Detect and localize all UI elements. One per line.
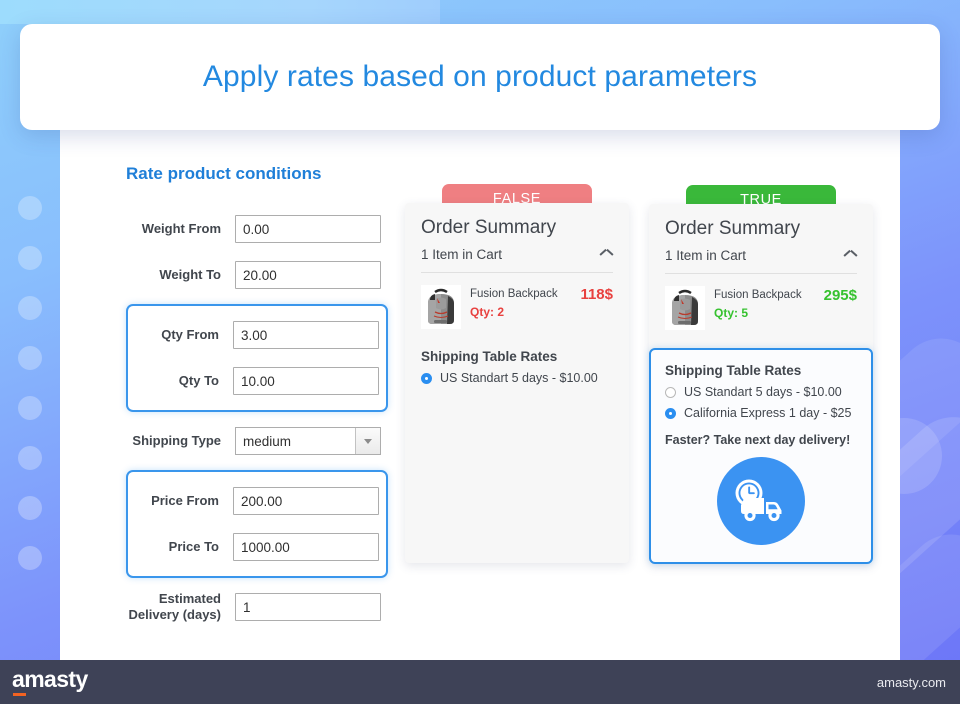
- order-summary-title: Order Summary: [421, 217, 557, 238]
- section-title: Rate product conditions: [126, 164, 322, 183]
- background-dot: [18, 246, 42, 270]
- field-label: Shipping Type: [132, 432, 221, 448]
- field-label: Qty From: [161, 326, 219, 342]
- qty-to-input[interactable]: [233, 367, 379, 395]
- rate-conditions-form: Rate product conditions Weight From Weig…: [126, 164, 388, 630]
- radio-icon-selected[interactable]: [665, 407, 676, 419]
- field-shipping-type: Shipping Type medium: [126, 418, 381, 464]
- field-estimated-delivery: Estimated Delivery (days): [126, 584, 381, 630]
- qty-group-highlighted: Qty From Qty To: [126, 304, 388, 412]
- shipping-rates-title: Shipping Table Rates: [421, 349, 558, 364]
- shipping-rates-section-highlighted: Shipping Table Rates US Standart 5 days …: [649, 348, 873, 564]
- page-title: Apply rates based on product parameters: [202, 60, 758, 93]
- order-summary-subtitle-row[interactable]: 1 Item in Cart: [421, 247, 613, 273]
- items-in-cart-label: 1 Item in Cart: [421, 247, 503, 262]
- cart-item-info: Fusion Backpack Qty: 2: [470, 285, 571, 319]
- qty-from-input[interactable]: [233, 321, 379, 349]
- chevron-up-icon[interactable]: [844, 251, 857, 260]
- shipping-rate-label: US Standart 5 days - $10.00: [440, 371, 598, 385]
- chevron-down-icon[interactable]: [355, 428, 380, 454]
- field-price-from: Price From: [128, 478, 379, 524]
- product-price: 295$: [823, 287, 857, 304]
- background-dot: [18, 446, 42, 470]
- shipping-rate-option[interactable]: US Standart 5 days - $10.00: [665, 385, 857, 399]
- shipping-type-select[interactable]: medium: [235, 427, 381, 455]
- field-weight-from: Weight From: [126, 206, 381, 252]
- backpack-image: [421, 285, 461, 329]
- chevron-up-icon[interactable]: [600, 250, 613, 259]
- footer-bar: amasty amasty.com: [0, 660, 960, 704]
- field-label: Qty To: [178, 372, 219, 388]
- cart-line-item: Fusion Backpack Qty: 5 295$: [665, 274, 857, 330]
- cart-item-info: Fusion Backpack Qty: 5: [714, 286, 815, 320]
- radio-icon-unselected[interactable]: [665, 386, 676, 398]
- price-to-input[interactable]: [233, 533, 379, 561]
- field-label: Price From: [151, 492, 219, 508]
- field-label: Estimated Delivery (days): [128, 590, 222, 622]
- field-weight-to: Weight To: [126, 252, 381, 298]
- cart-line-item: Fusion Backpack Qty: 2 118$: [421, 273, 613, 329]
- order-summary-title: Order Summary: [665, 218, 801, 239]
- background-dot: [18, 396, 42, 420]
- shipping-rates-section: Shipping Table Rates US Standart 5 days …: [421, 329, 613, 385]
- product-qty: Qty: 2: [470, 305, 505, 319]
- backpack-image: [665, 286, 705, 330]
- estimated-delivery-input[interactable]: [235, 593, 381, 621]
- order-summary-card-false: Order Summary 1 Item in Cart Fusion Back…: [405, 203, 629, 563]
- product-price: 118$: [580, 286, 613, 303]
- product-name: Fusion Backpack: [714, 289, 802, 301]
- delivery-group: Estimated Delivery (days): [126, 584, 388, 630]
- shipping-type-group: Shipping Type medium: [126, 418, 388, 464]
- background-top-band: [0, 0, 440, 24]
- shipping-rate-label: California Express 1 day - $25: [684, 406, 852, 420]
- product-name: Fusion Backpack: [470, 288, 558, 300]
- background-dot: [18, 346, 42, 370]
- field-label: Weight From: [141, 220, 221, 236]
- weight-group: Weight From Weight To: [126, 206, 388, 298]
- shipping-rate-option[interactable]: California Express 1 day - $25: [665, 406, 857, 420]
- truck-glyph: [735, 479, 782, 522]
- product-thumbnail-backpack: [421, 285, 461, 329]
- promo-text: Faster? Take next day delivery!: [665, 433, 851, 447]
- amasty-logo: amasty: [12, 668, 88, 696]
- weight-to-input[interactable]: [235, 261, 381, 289]
- shipping-rates-title: Shipping Table Rates: [665, 363, 802, 378]
- field-label: Price To: [168, 538, 219, 554]
- price-from-input[interactable]: [233, 487, 379, 515]
- shipping-rate-label: US Standart 5 days - $10.00: [684, 385, 842, 399]
- field-qty-to: Qty To: [128, 358, 379, 404]
- background-dot: [18, 296, 42, 320]
- product-qty: Qty: 5: [714, 306, 749, 320]
- delivery-truck-clock-icon: [717, 457, 805, 545]
- order-summary-subtitle-row[interactable]: 1 Item in Cart: [665, 248, 857, 274]
- price-group-highlighted: Price From Price To: [126, 470, 388, 578]
- background-dot: [18, 196, 42, 220]
- items-in-cart-label: 1 Item in Cart: [665, 248, 747, 263]
- field-price-to: Price To: [128, 524, 379, 570]
- radio-icon-selected[interactable]: [421, 372, 432, 384]
- page-title-card: Apply rates based on product parameters: [20, 24, 940, 130]
- background-dot: [18, 546, 42, 570]
- product-thumbnail-backpack: [665, 286, 705, 330]
- footer-url: amasty.com: [876, 674, 946, 690]
- screenshot-root: Apply rates based on product parameters …: [0, 0, 960, 704]
- weight-from-input[interactable]: [235, 215, 381, 243]
- field-qty-from: Qty From: [128, 312, 379, 358]
- shipping-rate-option[interactable]: US Standart 5 days - $10.00: [421, 371, 613, 385]
- shipping-type-value: medium: [243, 433, 292, 449]
- background-dot: [18, 496, 42, 520]
- background-dot-column: [18, 196, 42, 570]
- field-label: Weight To: [159, 266, 221, 282]
